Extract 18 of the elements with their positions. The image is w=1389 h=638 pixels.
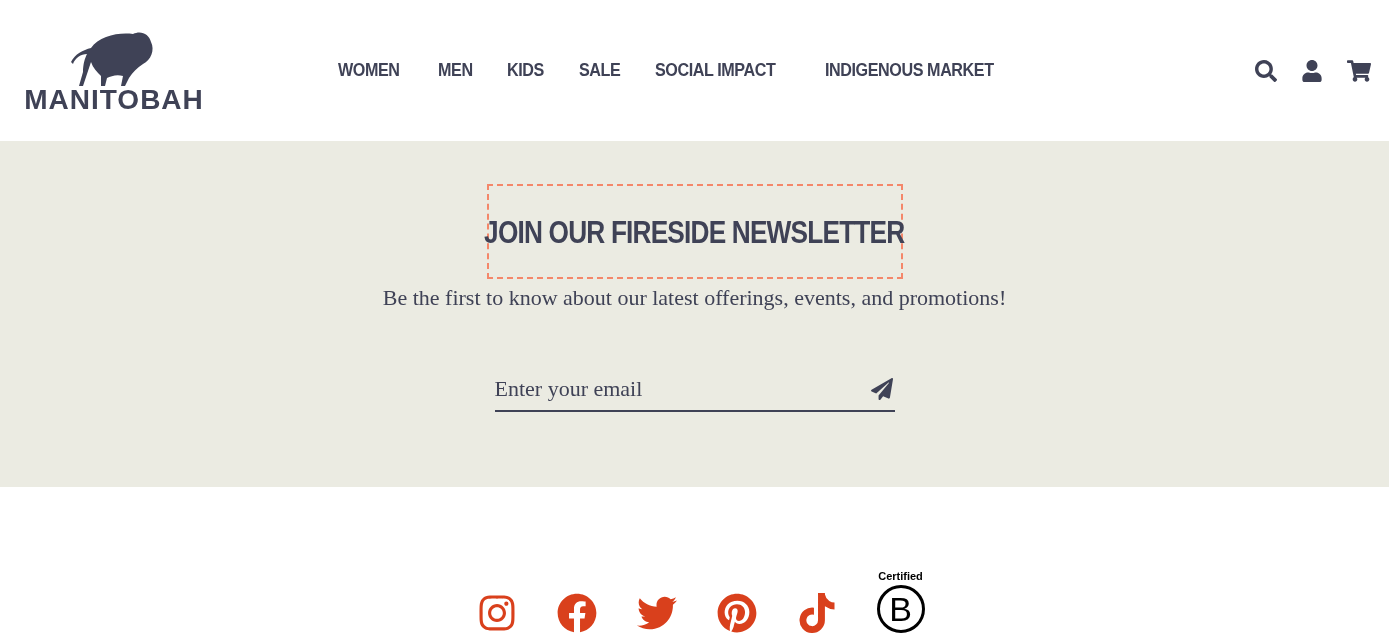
nav-link[interactable]: KIDS: [507, 56, 545, 85]
facebook-icon[interactable]: [556, 593, 597, 633]
search-icon[interactable]: [1255, 59, 1277, 82]
account-icon[interactable]: [1301, 59, 1323, 82]
cart-icon[interactable]: [1347, 58, 1371, 83]
pinterest-icon[interactable]: [716, 593, 757, 633]
nav-link[interactable]: WOMEN: [338, 56, 400, 85]
instagram-icon[interactable]: [476, 593, 517, 633]
b-corp-logo: B: [876, 585, 925, 633]
nav-link[interactable]: MEN: [438, 56, 474, 85]
newsletter-title: JOIN OUR FIRESIDE NEWSLETTER: [486, 184, 903, 279]
newsletter-description: Be the first to know about our latest offerings, events, and promotions!: [382, 284, 1007, 312]
nav-link[interactable]: SOCIAL IMPACT: [655, 56, 776, 85]
send-icon[interactable]: [870, 378, 893, 400]
logo-wordmark[interactable]: MANITOBAH: [24, 85, 204, 114]
nav-link[interactable]: SALE: [578, 56, 620, 85]
nav-link[interactable]: INDIGENOUS MARKET: [824, 56, 994, 85]
certified-label: Certified: [878, 571, 923, 582]
